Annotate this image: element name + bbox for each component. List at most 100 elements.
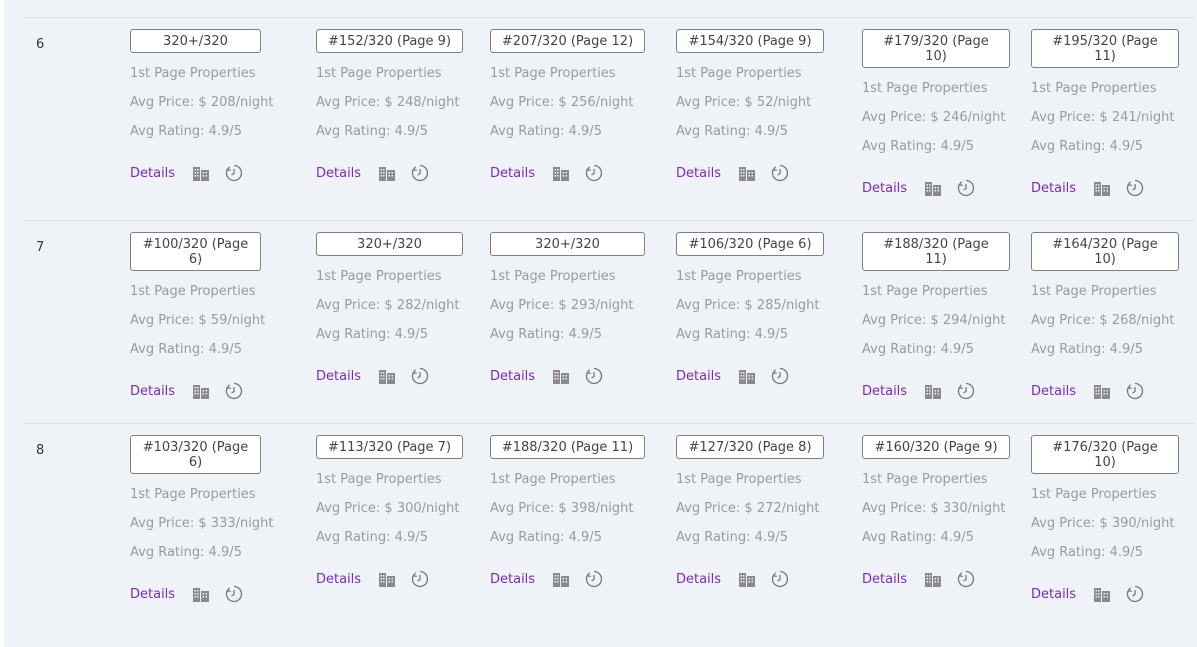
rank-badge: #113/320 (Page 7) [316,435,463,459]
avg-rating: Avg Rating: 4.9/5 [316,124,428,139]
history-icon[interactable] [411,367,429,385]
rank-badge: 320+/320 [316,232,463,256]
buildings-icon[interactable] [924,180,942,196]
buildings-icon[interactable] [552,368,570,384]
avg-price: Avg Price: $ 52/night [676,95,812,110]
details-link[interactable]: Details [316,369,361,384]
buildings-icon[interactable] [738,571,756,587]
details-link[interactable]: Details [676,369,721,384]
details-link[interactable]: Details [862,572,907,587]
first-page-label: 1st Page Properties [316,269,442,284]
buildings-icon[interactable] [378,571,396,587]
avg-rating: Avg Rating: 4.9/5 [130,545,242,560]
buildings-icon[interactable] [738,368,756,384]
history-icon[interactable] [225,585,243,603]
row-divider [24,220,1194,221]
cell-actions: Details [1031,584,1179,604]
row-divider [24,423,1194,424]
rank-badge: #100/320 (Page 6) [130,232,261,271]
first-page-label: 1st Page Properties [1031,81,1157,96]
ranking-cell: #154/320 (Page 9) 1st Page Properties Avg … [676,29,824,183]
history-icon[interactable] [771,164,789,182]
rank-badge: #152/320 (Page 9) [316,29,463,53]
row-number: 7 [36,240,45,255]
details-link[interactable]: Details [862,181,907,196]
rank-badge: 320+/320 [490,232,645,256]
ranking-cell: 320+/320 1st Page Properties Avg Price: $ … [490,232,645,386]
details-link[interactable]: Details [1031,384,1076,399]
buildings-icon[interactable] [924,383,942,399]
history-icon[interactable] [1126,382,1144,400]
buildings-icon[interactable] [192,586,210,602]
buildings-icon[interactable] [192,383,210,399]
details-link[interactable]: Details [676,572,721,587]
first-page-label: 1st Page Properties [1031,487,1157,502]
avg-rating: Avg Rating: 4.9/5 [1031,342,1143,357]
history-icon[interactable] [411,570,429,588]
history-icon[interactable] [225,382,243,400]
history-icon[interactable] [585,164,603,182]
cell-actions: Details [1031,381,1179,401]
details-link[interactable]: Details [130,166,175,181]
buildings-icon[interactable] [192,165,210,181]
details-link[interactable]: Details [316,166,361,181]
avg-rating: Avg Rating: 4.9/5 [862,530,974,545]
details-link[interactable]: Details [130,384,175,399]
avg-rating: Avg Rating: 4.9/5 [490,124,602,139]
avg-price: Avg Price: $ 333/night [130,516,274,531]
buildings-icon[interactable] [378,368,396,384]
rank-badge: #179/320 (Page 10) [862,29,1010,68]
avg-price: Avg Price: $ 300/night [316,501,460,516]
cell-actions: Details [676,366,824,386]
avg-price: Avg Price: $ 282/night [316,298,460,313]
cell-actions: Details [862,569,1010,589]
history-icon[interactable] [585,570,603,588]
ranking-cell: #176/320 (Page 10) 1st Page Properties Avg… [1031,435,1179,604]
avg-rating: Avg Rating: 4.9/5 [490,530,602,545]
buildings-icon[interactable] [378,165,396,181]
ranking-cell: 320+/320 1st Page Properties Avg Price: $ … [130,29,274,183]
first-page-label: 1st Page Properties [862,284,988,299]
buildings-icon[interactable] [552,165,570,181]
history-icon[interactable] [585,367,603,385]
ranking-cell: #188/320 (Page 11) 1st Page Properties Avg… [490,435,645,589]
history-icon[interactable] [771,367,789,385]
details-link[interactable]: Details [490,166,535,181]
history-icon[interactable] [225,164,243,182]
details-link[interactable]: Details [490,572,535,587]
first-page-label: 1st Page Properties [130,487,256,502]
buildings-icon[interactable] [552,571,570,587]
first-page-label: 1st Page Properties [1031,284,1157,299]
details-link[interactable]: Details [316,572,361,587]
details-link[interactable]: Details [862,384,907,399]
rank-badge: #106/320 (Page 6) [676,232,824,256]
first-page-label: 1st Page Properties [130,284,256,299]
rank-badge: #127/320 (Page 8) [676,435,824,459]
buildings-icon[interactable] [738,165,756,181]
avg-rating: Avg Rating: 4.9/5 [130,124,242,139]
buildings-icon[interactable] [1093,586,1111,602]
details-link[interactable]: Details [676,166,721,181]
avg-price: Avg Price: $ 248/night [316,95,460,110]
history-icon[interactable] [1126,585,1144,603]
history-icon[interactable] [1126,179,1144,197]
ranking-cell: #179/320 (Page 10) 1st Page Properties Avg… [862,29,1010,198]
history-icon[interactable] [957,570,975,588]
row-number: 8 [36,443,45,458]
history-icon[interactable] [957,179,975,197]
history-icon[interactable] [957,382,975,400]
details-link[interactable]: Details [130,587,175,602]
details-link[interactable]: Details [490,369,535,384]
buildings-icon[interactable] [1093,180,1111,196]
ranking-cell: #106/320 (Page 6) 1st Page Properties Avg … [676,232,824,386]
details-link[interactable]: Details [1031,587,1076,602]
rank-badge: #160/320 (Page 9) [862,435,1010,459]
avg-price: Avg Price: $ 208/night [130,95,274,110]
buildings-icon[interactable] [1093,383,1111,399]
history-icon[interactable] [771,570,789,588]
avg-rating: Avg Rating: 4.9/5 [676,124,788,139]
cell-actions: Details [130,163,261,183]
details-link[interactable]: Details [1031,181,1076,196]
history-icon[interactable] [411,164,429,182]
buildings-icon[interactable] [924,571,942,587]
